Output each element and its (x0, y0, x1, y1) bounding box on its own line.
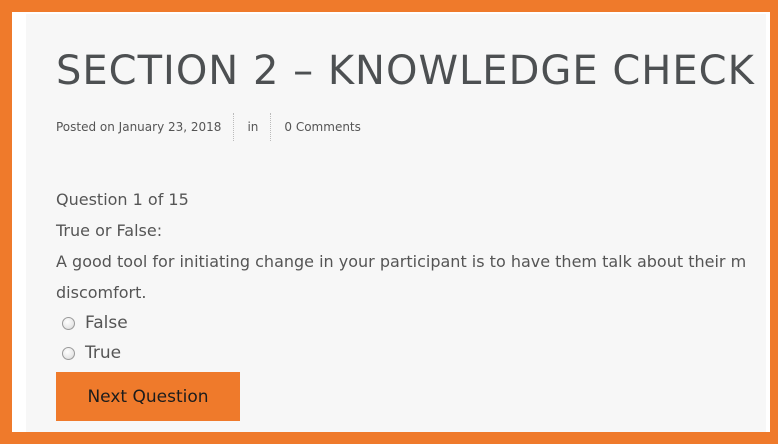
radio-button-false[interactable] (62, 316, 75, 330)
orange-frame: SECTION 2 – KNOWLEDGE CHECK Posted on Ja… (0, 0, 778, 444)
post-meta: Posted on January 23, 2018 in 0 Comments (56, 112, 361, 142)
answer-option-false[interactable]: False (56, 308, 766, 338)
question-text: A good tool for initiating change in you… (56, 252, 747, 271)
page-title: SECTION 2 – KNOWLEDGE CHECK (56, 48, 755, 94)
category-label: in (247, 120, 259, 134)
posted-date: Posted on January 23, 2018 (56, 120, 222, 134)
option-label: True (85, 343, 122, 363)
question-progress: Question 1 of 15 (56, 190, 189, 209)
post-content: SECTION 2 – KNOWLEDGE CHECK Posted on Ja… (26, 14, 766, 432)
meta-divider (270, 113, 272, 141)
meta-divider (233, 113, 235, 141)
option-label: False (85, 313, 128, 333)
next-question-button[interactable]: Next Question (56, 372, 240, 421)
question-text-continued: discomfort. (56, 283, 147, 302)
question-type: True or False: (56, 221, 163, 240)
quiz: Question 1 of 15 True or False: A good t… (56, 184, 766, 368)
radio-button-true[interactable] (62, 346, 75, 360)
comments-link[interactable]: 0 Comments (284, 120, 361, 134)
answer-option-true[interactable]: True (56, 338, 766, 368)
